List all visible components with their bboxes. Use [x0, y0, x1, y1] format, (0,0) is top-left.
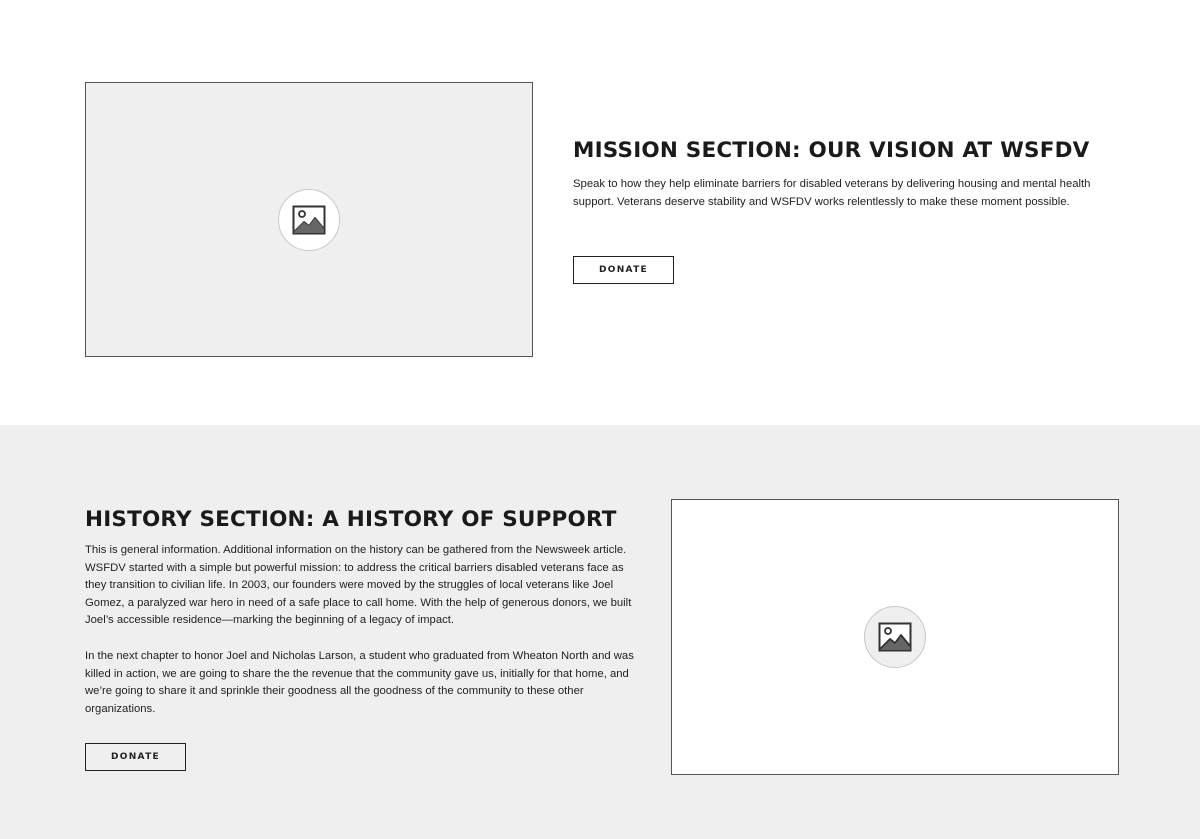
image-icon-badge: [278, 188, 340, 251]
history-heading: HISTORY SECTION: A HISTORY OF SUPPORT: [85, 507, 617, 532]
history-paragraph-1: This is general information. Additional …: [85, 544, 632, 627]
mission-section: MISSION SECTION: OUR VISION AT WSFDV Spe…: [0, 0, 1200, 425]
mission-heading: MISSION SECTION: OUR VISION AT WSFDV: [573, 138, 1090, 163]
history-paragraph-2: In the next chapter to honor Joel and Ni…: [85, 650, 634, 715]
mission-image-placeholder: [85, 82, 533, 357]
history-donate-button[interactable]: DONATE: [85, 743, 186, 771]
image-icon-badge: [864, 606, 926, 668]
mission-body: Speak to how they help eliminate barrier…: [573, 178, 1091, 208]
history-section: HISTORY SECTION: A HISTORY OF SUPPORT Th…: [0, 425, 1200, 839]
image-icon: [292, 205, 326, 234]
history-image-placeholder: [671, 499, 1119, 775]
mission-donate-button[interactable]: DONATE: [573, 256, 674, 284]
image-icon: [878, 622, 912, 652]
